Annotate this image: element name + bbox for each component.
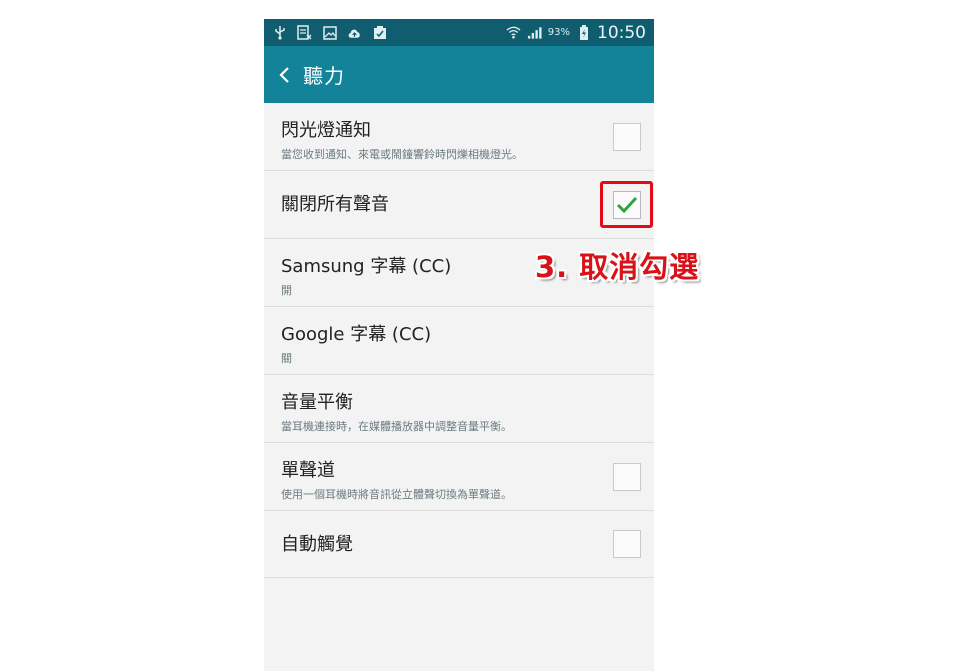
setting-title: Google 字幕 (CC) [281, 324, 432, 345]
flash-notification-checkbox[interactable] [613, 122, 641, 151]
setting-title: 閃光燈通知 [281, 120, 371, 141]
battery-percent: 93% [547, 27, 570, 38]
usb-icon [272, 25, 287, 40]
phone-screen: 93% 10:50 聽力 閃光燈通知 當您收到通知、來電或鬧鐘響鈴時閃爍相機燈光… [264, 19, 654, 671]
setting-subtitle: 當耳機連接時，在媒體播放器中調整音量平衡。 [281, 420, 512, 433]
setting-title: 音量平衡 [281, 392, 353, 413]
setting-google-subtitles[interactable]: Google 字幕 (CC) 關 [264, 307, 654, 375]
app-bar: 聽力 [264, 46, 654, 103]
setting-subtitle: 使用一個耳機時將音訊從立體聲切換為單聲道。 [281, 488, 512, 501]
image-icon [322, 25, 337, 40]
setting-mono-audio[interactable]: 單聲道 使用一個耳機時將音訊從立體聲切換為單聲道。 [264, 443, 654, 511]
auto-haptic-checkbox[interactable] [613, 530, 641, 558]
mono-audio-checkbox[interactable] [613, 462, 641, 491]
checkbox-highlight-box [600, 181, 653, 228]
cloud-upload-icon [347, 25, 362, 40]
page-title: 聽力 [303, 64, 345, 88]
signal-icon [527, 25, 542, 40]
setting-title: 關閉所有聲音 [281, 194, 389, 215]
setting-title: 自動觸覺 [281, 534, 353, 555]
back-arrow-icon[interactable] [273, 64, 295, 86]
settings-list: 閃光燈通知 當您收到通知、來電或鬧鐘響鈴時閃爍相機燈光。 關閉所有聲音 Sams… [264, 103, 654, 578]
setting-sound-balance[interactable]: 音量平衡 當耳機連接時，在媒體播放器中調整音量平衡。 [264, 375, 654, 443]
clock: 10:50 [597, 22, 646, 43]
annotation-text: 3. 取消勾選 [535, 250, 700, 284]
setting-subtitle: 關 [281, 352, 292, 365]
setting-subtitle: 當您收到通知、來電或鬧鐘響鈴時閃爍相機燈光。 [281, 148, 523, 161]
notification-icon [297, 25, 312, 40]
wifi-icon [506, 25, 521, 40]
setting-turn-off-all-sounds[interactable]: 關閉所有聲音 [264, 171, 654, 239]
battery-icon [576, 24, 591, 40]
setting-flash-notification[interactable]: 閃光燈通知 當您收到通知、來電或鬧鐘響鈴時閃爍相機燈光。 [264, 103, 654, 171]
setting-title: 單聲道 [281, 460, 335, 481]
clipboard-check-icon [372, 25, 387, 40]
status-bar: 93% 10:50 [264, 19, 654, 46]
setting-auto-haptic[interactable]: 自動觸覺 [264, 511, 654, 578]
